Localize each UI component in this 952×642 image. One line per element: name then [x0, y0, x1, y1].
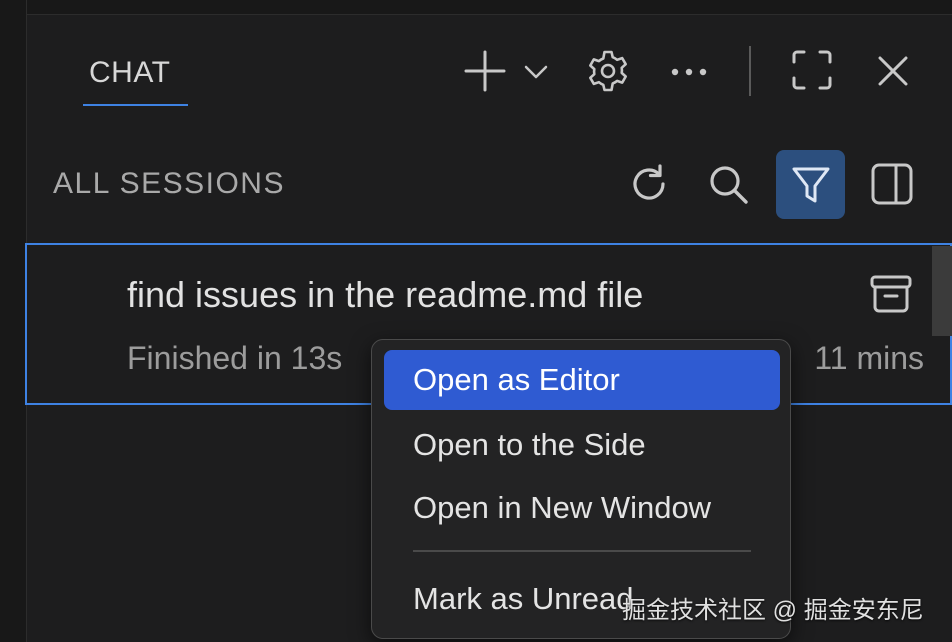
- settings-button[interactable]: [583, 46, 633, 96]
- new-chat-dropdown-button[interactable]: [520, 58, 552, 86]
- menu-separator: [413, 550, 751, 552]
- session-time: 11 mins: [814, 340, 924, 376]
- sessions-section-title: ALL SESSIONS: [53, 167, 285, 200]
- search-icon: [706, 162, 750, 206]
- activity-bar-strip: [0, 0, 27, 642]
- maximize-button[interactable]: [788, 46, 836, 94]
- filter-icon: [790, 164, 832, 206]
- search-button[interactable]: [703, 158, 753, 210]
- close-button[interactable]: [870, 48, 916, 94]
- gear-icon: [585, 48, 631, 94]
- title-bar-strip: [0, 0, 952, 15]
- refresh-button[interactable]: [624, 158, 674, 210]
- close-icon: [876, 54, 910, 88]
- refresh-icon: [627, 162, 671, 206]
- archive-icon: [869, 274, 913, 314]
- session-status: Finished in 13s: [127, 340, 343, 376]
- toolbar-divider: [749, 46, 751, 96]
- chevron-down-icon: [523, 64, 549, 80]
- tab-chat-label: CHAT: [89, 56, 171, 89]
- filter-button[interactable]: [776, 150, 845, 219]
- watermark-text: 掘金技术社区 @ 掘金安东尼: [622, 597, 924, 624]
- vscode-chat-window: CHAT ALL SESSIONS find issues in the rea…: [0, 0, 952, 642]
- session-title: find issues in the readme.md file: [127, 274, 644, 315]
- menu-item-open-as-editor[interactable]: Open as Editor: [384, 350, 780, 410]
- toggle-side-panel-button[interactable]: [866, 158, 918, 210]
- plus-icon: [463, 49, 507, 93]
- new-chat-button[interactable]: [460, 48, 510, 94]
- tab-active-indicator: [83, 104, 188, 106]
- menu-item-open-to-side[interactable]: Open to the Side: [384, 415, 780, 475]
- archive-session-button[interactable]: [867, 271, 915, 317]
- more-actions-button[interactable]: [667, 52, 711, 92]
- split-panel-icon: [869, 161, 915, 207]
- ellipsis-icon: [669, 66, 709, 78]
- scrollbar-thumb[interactable]: [932, 246, 952, 336]
- menu-item-open-in-new-window[interactable]: Open in New Window: [384, 478, 780, 538]
- tab-chat[interactable]: CHAT: [83, 50, 188, 106]
- maximize-icon: [791, 49, 833, 91]
